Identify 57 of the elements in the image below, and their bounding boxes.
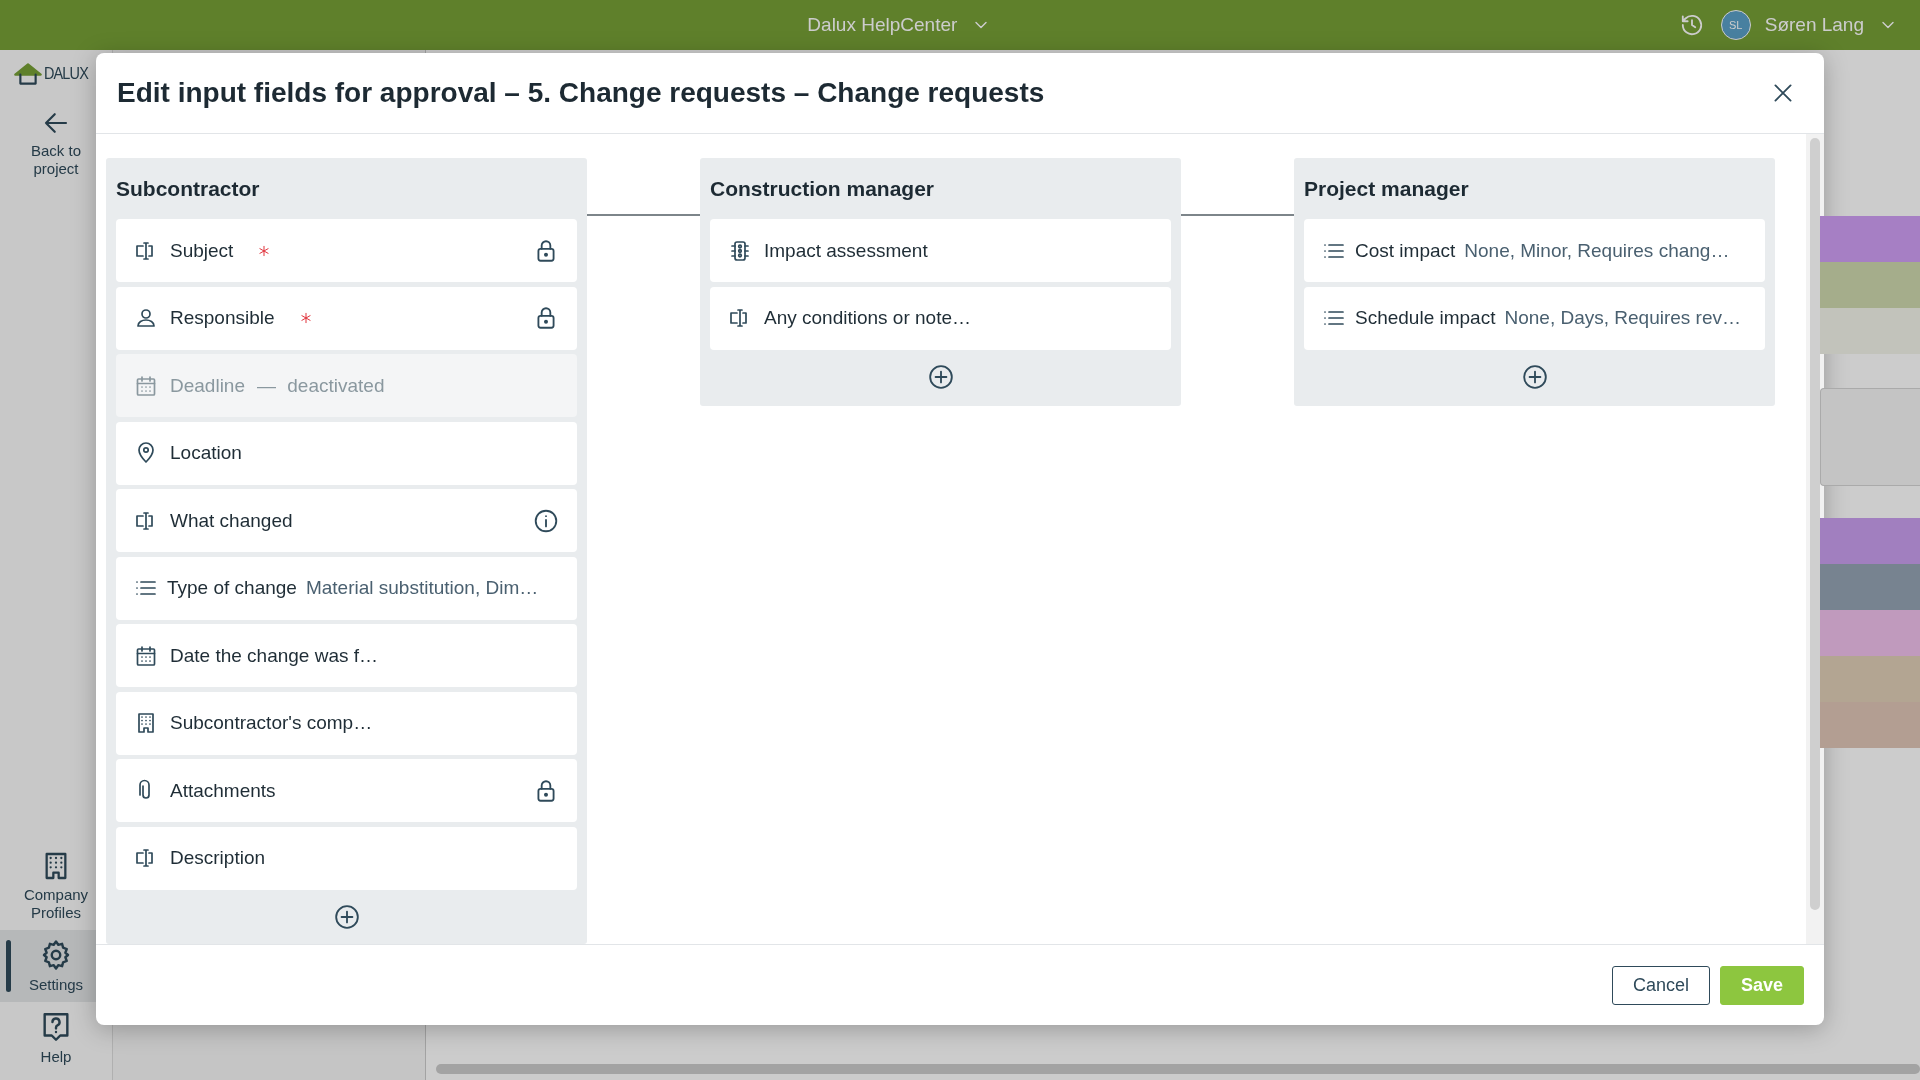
plus-circle-icon [927, 364, 954, 390]
add-field-button[interactable] [1521, 364, 1548, 390]
sidebar-item[interactable]: Help [0, 1002, 112, 1074]
field-label: Subcontractor's comp… [170, 712, 373, 734]
field-row[interactable]: Location [116, 421, 577, 485]
field-row[interactable]: Impact assessment [710, 219, 1171, 282]
add-field-button[interactable] [333, 904, 360, 930]
field-row[interactable]: Date the change was f… [116, 624, 577, 687]
house-icon [14, 62, 42, 86]
column-title: Project manager [1304, 175, 1470, 202]
field-row[interactable]: Subcontractor's comp… [116, 691, 577, 755]
required-asterisk-icon [298, 311, 313, 325]
field-label: Schedule impact [1355, 307, 1496, 329]
field-label: Location [170, 442, 242, 464]
field-status: — deactivated [257, 374, 385, 397]
field-row[interactable]: Cost impact None, Minor, Requires chang… [1304, 219, 1765, 282]
field-label: Cost impact [1355, 239, 1456, 262]
user-avatar: SL [1720, 10, 1751, 40]
dialog-title: Edit input fields for approval – 5. Change requests – Change requests [117, 77, 1046, 109]
field-label: What changed [170, 509, 293, 532]
calendar-icon [134, 643, 158, 668]
column-title: Subcontractor [116, 175, 261, 202]
scrollbar-thumb[interactable] [436, 1064, 1920, 1074]
logo-text: DALUX [44, 64, 88, 84]
field-label: Responsible [170, 307, 275, 329]
field-options: None, Minor, Requires chang… [1464, 239, 1730, 262]
cancel-button[interactable]: Cancel [1611, 965, 1710, 1005]
field-label: Deadline [170, 374, 245, 397]
field-row[interactable]: Any conditions or note… [710, 286, 1171, 350]
calendar-icon [134, 373, 158, 398]
scrollbar-thumb[interactable] [1810, 138, 1820, 910]
field-row[interactable]: Schedule impact None, Days, Requires rev… [1304, 286, 1765, 350]
field-row[interactable]: Attachments [116, 759, 577, 822]
field-options: Material substitution, Dim… [305, 577, 539, 599]
person-icon [134, 306, 158, 330]
field-label: Date the change was f… [170, 644, 379, 667]
column-title: Construction manager [710, 175, 936, 202]
field-row[interactable]: Subject [116, 219, 577, 282]
info-icon [533, 507, 559, 534]
field-label: Type of change [167, 577, 297, 599]
traffic-light-icon [728, 238, 752, 263]
field-row[interactable]: Description [116, 826, 577, 890]
add-field-button[interactable] [927, 364, 954, 390]
plus-circle-icon [1521, 364, 1548, 390]
back-button[interactable]: Back to project [20, 100, 92, 186]
field-label: Subject [170, 239, 234, 262]
field-row[interactable]: What changed [116, 489, 577, 552]
required-asterisk-icon [257, 243, 272, 258]
field-row[interactable]: Type of change Material substitution, Dim… [116, 556, 577, 620]
sidebar-item[interactable]: Company Profiles [0, 842, 112, 930]
field-label: Any conditions or note… [764, 307, 971, 329]
plus-circle-icon [333, 904, 360, 930]
field-options: None, Days, Requires rev… [1504, 307, 1741, 329]
field-label: Attachments [170, 779, 276, 802]
field-row[interactable]: Responsible [116, 286, 577, 350]
field-label: Impact assessment [764, 239, 928, 262]
field-label: Description [170, 847, 266, 869]
